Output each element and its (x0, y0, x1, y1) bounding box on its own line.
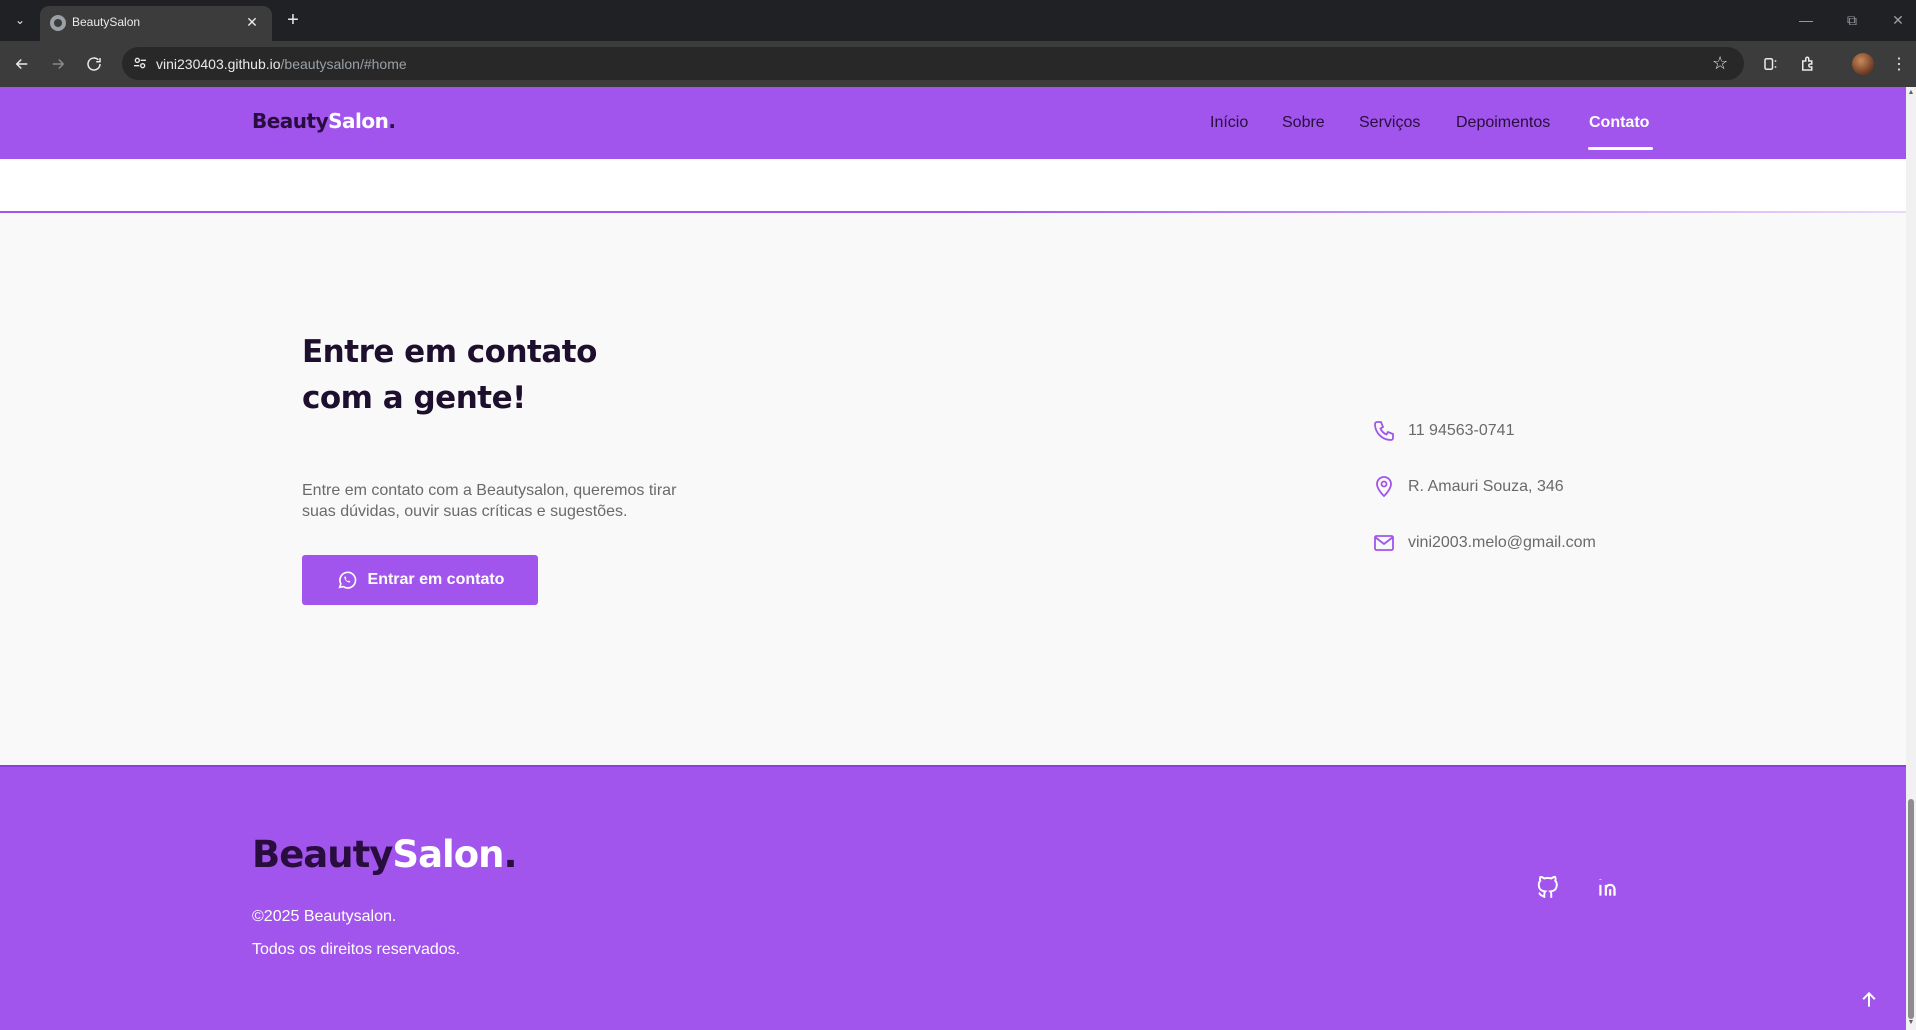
nav-link-sobre[interactable]: Sobre (1282, 114, 1325, 132)
mail-icon (1374, 535, 1394, 551)
footer-copyright: ©2025 Beautysalon. (252, 908, 397, 925)
contact-button-label: Entrar em contato (367, 571, 505, 588)
phone-icon (1374, 421, 1394, 441)
footer-logo-dot: . (503, 833, 517, 876)
nav-link-contato[interactable]: Contato (1589, 114, 1649, 132)
page-viewport: BeautySalon. Início Sobre Serviços Depoi… (0, 87, 1906, 1030)
back-to-top-icon[interactable] (1856, 987, 1882, 1013)
scroll-up-arrow-icon[interactable]: ▲ (1907, 89, 1915, 97)
contact-email-row: vini2003.melo@gmail.com (1372, 530, 1596, 556)
browser-tab[interactable]: BeautySalon ✕ (40, 6, 272, 41)
footer-logo-beauty: Beauty (252, 833, 393, 876)
bookmark-star-icon[interactable]: ☆ (1712, 53, 1732, 73)
site-footer: BeautySalon. ©2025 Beautysalon. Todos os… (0, 765, 1906, 1030)
github-icon[interactable] (1534, 873, 1562, 901)
browser-tab-bar: ⌄ BeautySalon ✕ + — ⧉ ✕ (0, 0, 1916, 41)
puzzle-extensions-icon[interactable] (1797, 53, 1819, 75)
footer-rights: Todos os direitos reservados. (252, 941, 461, 958)
url-path: /beautysalon/#home (280, 56, 407, 72)
globe-icon (50, 15, 66, 31)
logo-beauty: Beauty (252, 109, 329, 133)
back-icon[interactable] (8, 50, 36, 78)
logo-salon: Salon (328, 109, 389, 133)
contact-title-line1: Entre em contato (302, 334, 597, 370)
header-logo[interactable]: BeautySalon. (252, 109, 396, 133)
reload-icon[interactable] (80, 50, 108, 78)
url-text: vini230403.github.io/beautysalon/#home (156, 56, 407, 72)
contact-title-line2: com a gente! (302, 380, 526, 416)
contact-address-row: R. Amauri Souza, 346 (1372, 474, 1564, 500)
url-host: vini230403.github.io (156, 56, 281, 72)
menu-kebab-icon[interactable]: ⋮ (1888, 53, 1910, 75)
forward-icon[interactable] (44, 50, 72, 78)
profile-avatar[interactable] (1852, 53, 1874, 75)
nav-link-servicos[interactable]: Serviços (1359, 114, 1420, 132)
contact-title: Entre em contato com a gente! (302, 329, 597, 421)
restore-icon[interactable]: ⧉ (1840, 8, 1864, 32)
close-tab-icon[interactable]: ✕ (242, 12, 262, 32)
location-pin-icon (1376, 476, 1392, 498)
contact-section (0, 213, 1906, 853)
site-header: BeautySalon. Início Sobre Serviços Depoi… (0, 87, 1906, 159)
contact-address: R. Amauri Souza, 346 (1408, 478, 1564, 495)
tab-title: BeautySalon (72, 15, 141, 29)
contact-description: Entre em contato com a Beautysalon, quer… (302, 480, 722, 522)
minimize-icon[interactable]: — (1794, 8, 1818, 32)
site-info-icon[interactable] (132, 55, 150, 73)
scroll-down-arrow-icon[interactable]: ▼ (1907, 1019, 1915, 1027)
logo-dot: . (388, 109, 396, 133)
extension-icon[interactable] (1760, 53, 1782, 75)
nav-link-inicio[interactable]: Início (1210, 114, 1248, 132)
scrollbar-thumb[interactable] (1908, 799, 1914, 1019)
contact-description-line1: Entre em contato com a Beautysalon, quer… (302, 482, 677, 499)
footer-logo-salon: Salon (392, 833, 504, 876)
contact-email: vini2003.melo@gmail.com (1408, 534, 1596, 551)
contact-description-line2: suas dúvidas, ouvir suas críticas e suge… (302, 503, 628, 520)
new-tab-icon[interactable]: + (281, 8, 305, 32)
whatsapp-icon (337, 571, 356, 589)
contact-whatsapp-button[interactable]: Entrar em contato (302, 555, 538, 605)
nav-link-depoimentos[interactable]: Depoimentos (1456, 114, 1550, 132)
footer-logo: BeautySalon. (252, 833, 518, 876)
window-close-icon[interactable]: ✕ (1886, 8, 1910, 32)
browser-toolbar: vini230403.github.io/beautysalon/#home ☆… (0, 41, 1916, 87)
nav-active-underline (1588, 147, 1653, 150)
tab-search-chevron-icon[interactable]: ⌄ (8, 8, 32, 32)
contact-phone: 11 94563-0741 (1408, 422, 1515, 439)
linkedin-icon[interactable] (1594, 873, 1622, 901)
page-scrollbar[interactable]: ▲ ▼ (1906, 87, 1916, 1030)
address-bar[interactable]: vini230403.github.io/beautysalon/#home ☆ (122, 47, 1744, 80)
contact-phone-row: 11 94563-0741 (1372, 418, 1514, 444)
